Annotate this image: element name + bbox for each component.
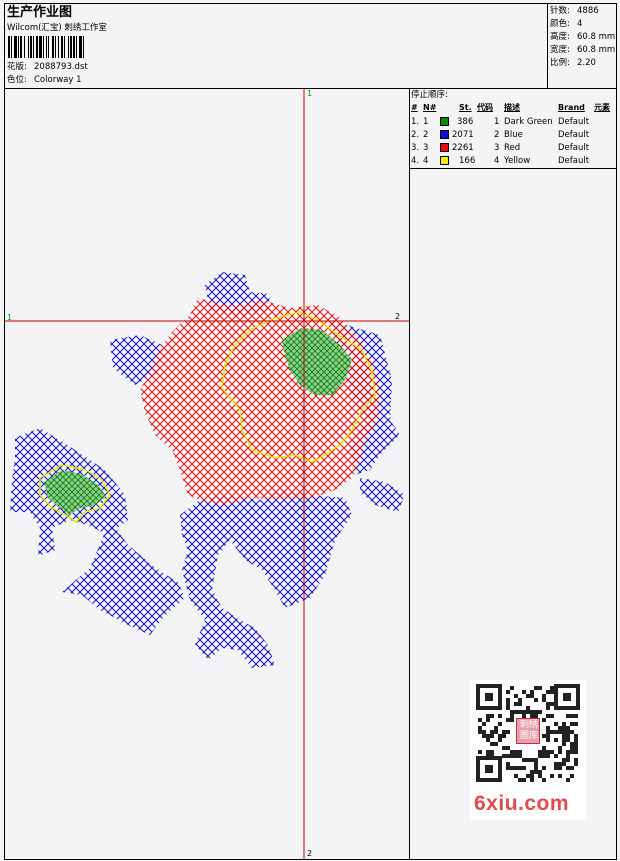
crosshair-left-label: 1 bbox=[7, 313, 13, 322]
crosshair-right-label: 2 bbox=[395, 312, 401, 321]
crosshair-bottom-label: 2 bbox=[307, 849, 313, 858]
qr-code-card: 刺绣图库 6xiu.com bbox=[470, 680, 586, 820]
seal-text: 刺绣图库 bbox=[519, 720, 538, 741]
seal-stamp: 刺绣图库 bbox=[516, 718, 540, 744]
crosshair-top-label: 1 bbox=[307, 89, 313, 98]
watermark-text: 6xiu.com bbox=[474, 792, 570, 815]
